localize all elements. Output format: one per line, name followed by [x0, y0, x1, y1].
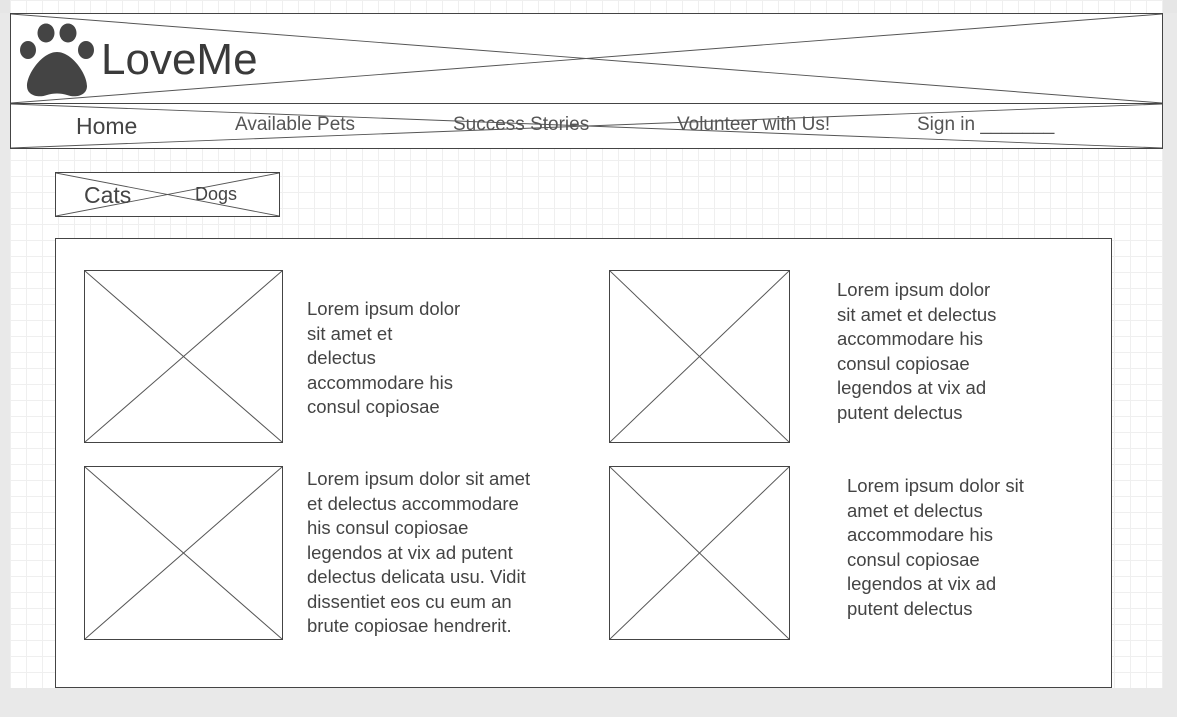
tab-dogs[interactable]: Dogs: [195, 184, 237, 205]
pet-description: Lorem ipsum dolor sit amet et delectus a…: [307, 468, 531, 636]
nav-volunteer[interactable]: Volunteer with Us!: [677, 114, 830, 136]
nav-available-pets[interactable]: Available Pets: [235, 114, 355, 136]
nav-success-stories[interactable]: Success Stories: [453, 114, 589, 136]
pet-description: Lorem ipsum dolor sit amet et delectus a…: [847, 475, 1024, 619]
pet-image-placeholder[interactable]: [609, 270, 790, 443]
nav-home[interactable]: Home: [76, 113, 137, 140]
placeholder-cross: [610, 467, 789, 639]
placeholder-cross: [85, 271, 282, 442]
paw-icon: [20, 23, 94, 97]
brand-name[interactable]: LoveMe: [101, 38, 258, 82]
pet-image-placeholder[interactable]: [609, 466, 790, 640]
placeholder-cross: [85, 467, 282, 639]
pet-type-tabs: Cats Dogs: [55, 172, 280, 217]
pet-description: Lorem ipsum dolor sit amet et delectus a…: [307, 298, 461, 417]
tab-cats[interactable]: Cats: [84, 182, 131, 209]
pet-image-placeholder[interactable]: [84, 466, 283, 640]
header-banner: LoveMe: [10, 13, 1163, 104]
nav-sign-in[interactable]: Sign in _______: [917, 114, 1054, 136]
pet-image-placeholder[interactable]: [84, 270, 283, 443]
pet-description: Lorem ipsum dolor sit amet et delectus a…: [837, 279, 997, 423]
pet-list-panel: Lorem ipsum dolor sit amet et delectus a…: [55, 238, 1112, 688]
placeholder-cross: [610, 271, 789, 442]
nav-bar: Home Available Pets Success Stories Volu…: [10, 103, 1163, 149]
